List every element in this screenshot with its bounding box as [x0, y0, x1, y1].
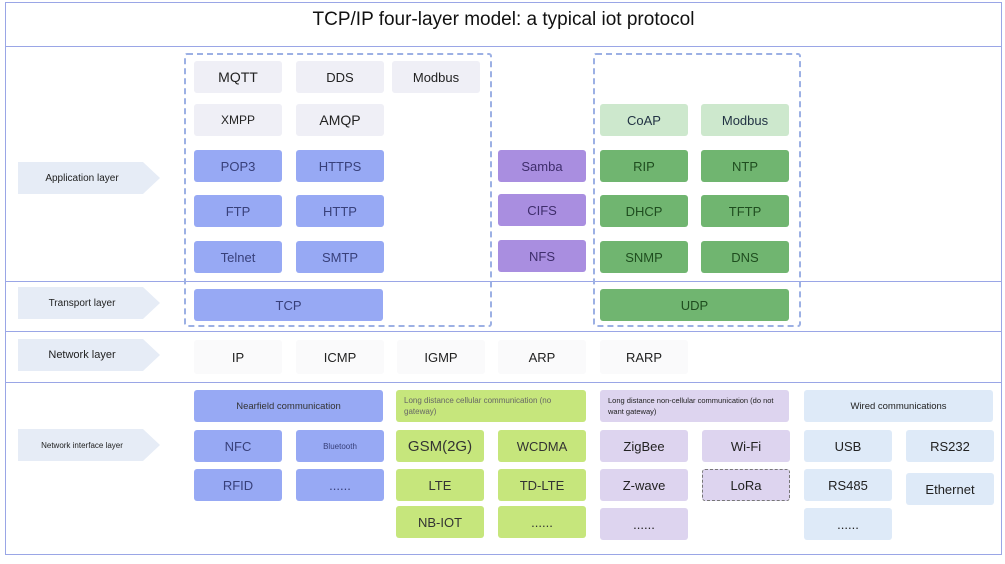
protocol-box: ARP	[498, 340, 586, 374]
protocol-box: RIP	[600, 150, 688, 182]
protocol-box: IP	[194, 340, 282, 374]
protocol-box: DNS	[701, 241, 789, 273]
protocol-box: NFS	[498, 240, 586, 272]
protocol-box: IGMP	[397, 340, 485, 374]
protocol-box: ICMP	[296, 340, 384, 374]
tcp-group-outline	[184, 53, 492, 327]
protocol-box: NB-IOT	[396, 506, 484, 538]
divider	[5, 46, 1002, 47]
protocol-box: Modbus	[392, 61, 480, 93]
protocol-box: LTE	[396, 469, 484, 501]
protocol-box: DDS	[296, 61, 384, 93]
layer-label-application: Application layer	[18, 162, 160, 194]
protocol-box: GSM(2G)	[396, 430, 484, 462]
diagram-title: TCP/IP four-layer model: a typical iot p…	[312, 9, 695, 30]
protocol-box: SNMP	[600, 241, 688, 273]
group-header-noncellular: Long distance non-cellular communication…	[600, 390, 789, 422]
protocol-box: AMQP	[296, 104, 384, 136]
divider	[5, 281, 1002, 282]
protocol-box: SMTP	[296, 241, 384, 273]
protocol-box: FTP	[194, 195, 282, 227]
protocol-box: RFID	[194, 469, 282, 501]
layer-label-transport: Transport layer	[18, 287, 160, 319]
protocol-box: ......	[600, 508, 688, 540]
group-header-wired: Wired communications	[804, 390, 993, 422]
protocol-box: ......	[296, 469, 384, 501]
protocol-box: Ethernet	[906, 473, 994, 505]
protocol-box: HTTPS	[296, 150, 384, 182]
protocol-box: Modbus	[701, 104, 789, 136]
protocol-box: POP3	[194, 150, 282, 182]
protocol-box: NFC	[194, 430, 282, 462]
group-header-nearfield: Nearfield communication	[194, 390, 383, 422]
divider	[5, 382, 1002, 383]
protocol-box: LoRa	[702, 469, 790, 501]
protocol-box: NTP	[701, 150, 789, 182]
protocol-box: CoAP	[600, 104, 688, 136]
protocol-box: XMPP	[194, 104, 282, 136]
protocol-box: Wi-Fi	[702, 430, 790, 462]
group-header-cellular: Long distance cellular communication (no…	[396, 390, 586, 422]
protocol-box: ......	[498, 506, 586, 538]
protocol-box: RARP	[600, 340, 688, 374]
protocol-box: DHCP	[600, 195, 688, 227]
protocol-box: RS232	[906, 430, 994, 462]
protocol-box: Bluetooth	[296, 430, 384, 462]
protocol-box: Samba	[498, 150, 586, 182]
layer-label-interface: Network interface layer	[18, 429, 160, 461]
protocol-box: RS485	[804, 469, 892, 501]
udp-box: UDP	[600, 289, 789, 321]
protocol-box: ......	[804, 508, 892, 540]
protocol-box: USB	[804, 430, 892, 462]
protocol-box: Z-wave	[600, 469, 688, 501]
layer-label-network: Network layer	[18, 339, 160, 371]
protocol-box: Telnet	[194, 241, 282, 273]
udp-group-outline	[593, 53, 801, 327]
protocol-box: TD-LTE	[498, 469, 586, 501]
protocol-box: CIFS	[498, 194, 586, 226]
divider	[5, 331, 1002, 332]
protocol-box: ZigBee	[600, 430, 688, 462]
tcp-box: TCP	[194, 289, 383, 321]
protocol-box: HTTP	[296, 195, 384, 227]
protocol-box: MQTT	[194, 61, 282, 93]
protocol-box: TFTP	[701, 195, 789, 227]
protocol-box: WCDMA	[498, 430, 586, 462]
